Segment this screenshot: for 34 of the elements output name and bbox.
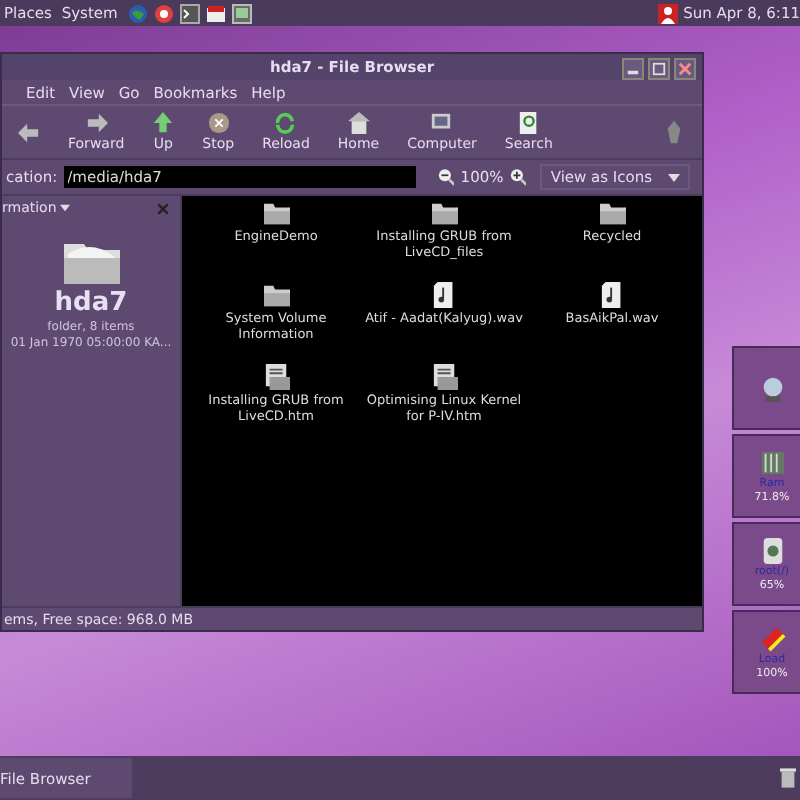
web-page-icon[interactable] — [429, 364, 459, 390]
up-icon — [152, 112, 175, 134]
reload-icon — [274, 112, 297, 134]
folder-icon[interactable] — [597, 200, 627, 226]
maximize-icon — [652, 62, 666, 76]
close-button[interactable] — [674, 58, 696, 80]
memory-chip-icon — [759, 449, 785, 475]
processor-icon — [759, 625, 785, 651]
folder-icon[interactable] — [261, 200, 291, 226]
lifebuoy-icon[interactable] — [153, 3, 174, 23]
folder-icon[interactable] — [429, 200, 459, 226]
trash-icon[interactable] — [780, 768, 796, 788]
computer-icon — [430, 112, 453, 134]
search-icon — [517, 112, 540, 134]
globe-icon — [759, 375, 785, 401]
caret-icon — [60, 204, 71, 212]
home-icon — [347, 112, 370, 134]
forward-icon — [85, 112, 108, 134]
monitor-icon[interactable] — [231, 3, 252, 23]
toolbar-button[interactable] — [14, 119, 44, 145]
minimize-button[interactable] — [622, 58, 644, 80]
stop-icon — [207, 112, 230, 134]
web-page-icon[interactable] — [261, 364, 291, 390]
user-icon[interactable] — [657, 3, 678, 23]
folder-name: hda7 — [54, 288, 128, 318]
close-icon — [678, 62, 692, 76]
maximize-button[interactable] — [648, 58, 670, 80]
folder-icon[interactable] — [261, 282, 291, 308]
back-icon — [18, 121, 40, 143]
drive-icon — [759, 537, 785, 563]
zoom-in-icon[interactable] — [509, 168, 527, 186]
caret-icon — [668, 173, 681, 181]
zoom-out-icon[interactable] — [437, 168, 455, 186]
terminal-icon[interactable] — [179, 3, 200, 23]
